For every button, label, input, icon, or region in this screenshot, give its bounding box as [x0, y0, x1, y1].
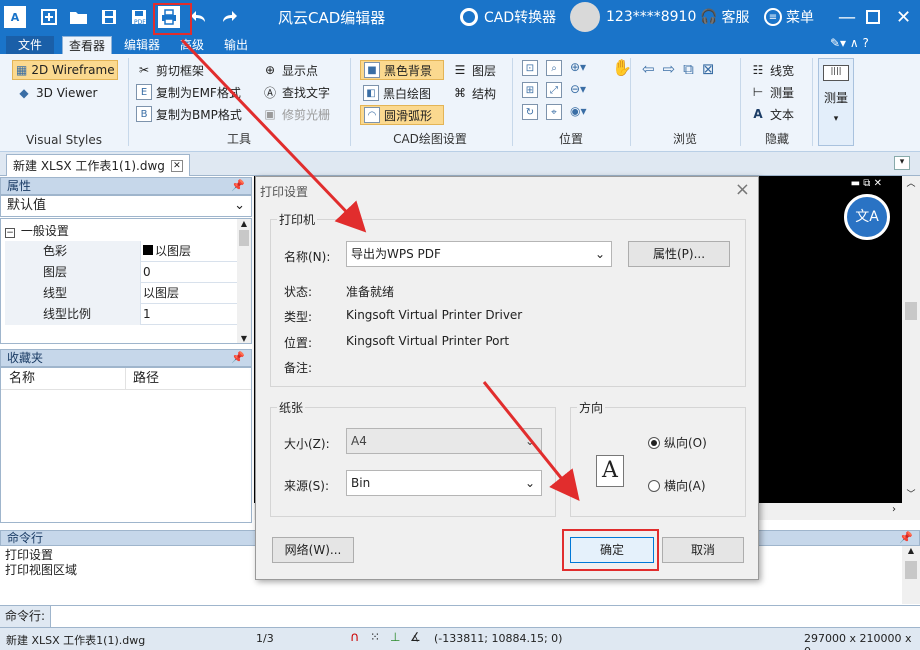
arrow-to-ok — [482, 381, 580, 502]
arrow-to-printer — [180, 38, 367, 233]
annotation-arrows — [180, 38, 580, 502]
